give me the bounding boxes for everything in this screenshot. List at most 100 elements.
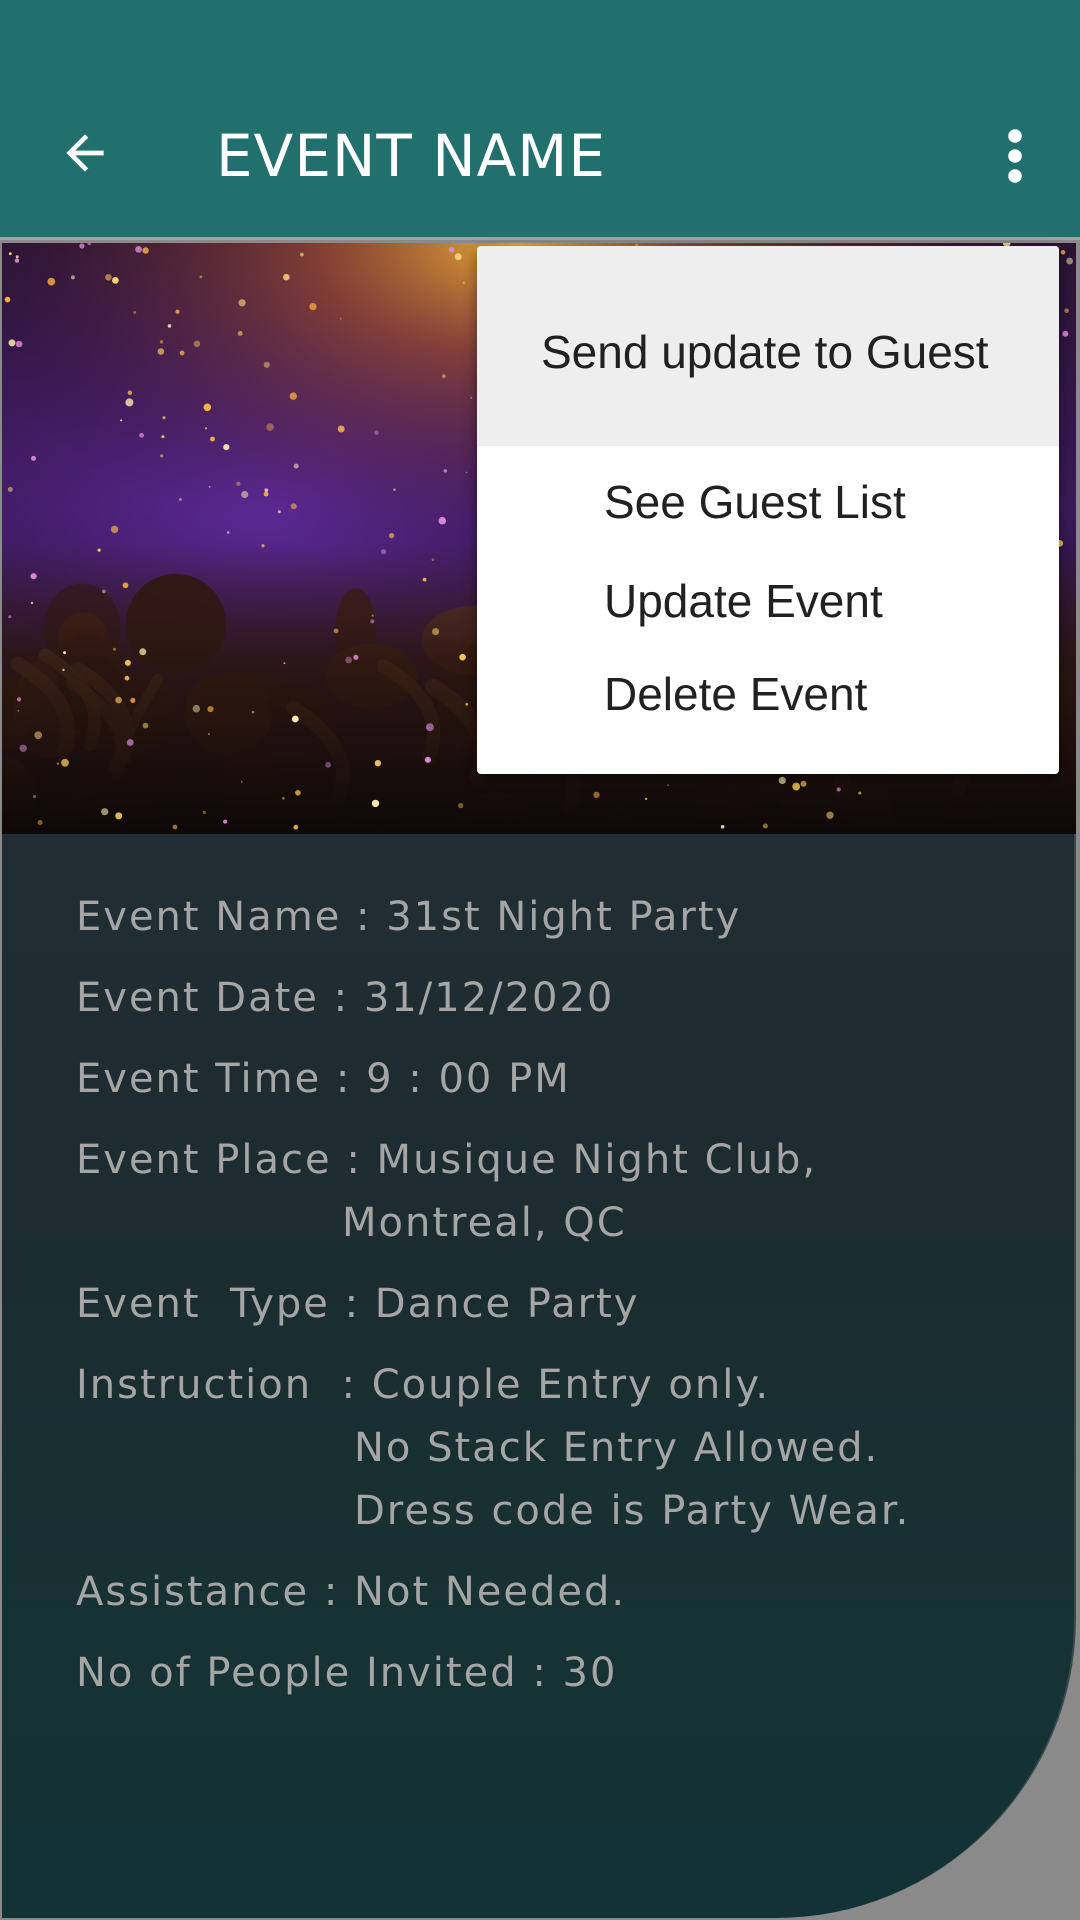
- confetti-sparkle: [431, 558, 435, 561]
- confetti-sparkle: [167, 324, 172, 328]
- confetti-sparkle: [14, 258, 20, 263]
- confetti-sparkle: [139, 648, 147, 656]
- instruction-line-2: No Stack Entry Allowed.: [354, 1425, 880, 1471]
- confetti-sparkle: [139, 432, 145, 438]
- confetti-sparkle: [720, 825, 725, 829]
- confetti-sparkle: [56, 762, 60, 765]
- confetti-sparkle: [127, 390, 133, 396]
- confetti-sparkle: [339, 317, 342, 320]
- confetti-sparkle: [130, 697, 136, 703]
- confetti-sparkle: [203, 403, 212, 412]
- confetti-sparkle: [142, 722, 149, 729]
- confetti-sparkle: [237, 331, 243, 336]
- confetti-sparkle: [113, 647, 116, 651]
- confetti-sparkle: [393, 488, 396, 491]
- menu-item-see-guest-list[interactable]: See Guest List: [477, 446, 1059, 542]
- confetti-sparkle: [8, 252, 12, 256]
- confetti-sparkle: [236, 481, 241, 486]
- confetti-sparkle: [208, 485, 211, 488]
- overflow-popup-menu: Send update to Guest See Guest List Upda…: [477, 246, 1059, 774]
- menu-item-delete-event[interactable]: Delete Event: [477, 638, 1059, 738]
- confetti-sparkle: [112, 277, 119, 284]
- confetti-sparkle: [97, 548, 101, 552]
- confetti-sparkle: [19, 744, 27, 752]
- confetti-sparkle: [283, 662, 286, 665]
- confetti-sparkle: [458, 802, 464, 809]
- page-title: EVENT NAME: [216, 122, 606, 190]
- confetti-sparkle: [240, 781, 243, 783]
- confetti-sparkle: [337, 425, 345, 433]
- confetti-sparkle: [454, 253, 462, 261]
- confetti-sparkle: [283, 273, 290, 281]
- confetti-sparkle: [826, 811, 834, 819]
- confetti-sparkle: [208, 733, 210, 735]
- menu-item-send-update[interactable]: Send update to Guest: [477, 246, 1059, 446]
- confetti-sparkle: [263, 491, 269, 497]
- confetti-sparkle: [31, 455, 36, 461]
- confetti-sparkle: [34, 731, 43, 740]
- event-date-line: Event Date : 31/12/2020: [76, 975, 615, 1021]
- confetti-sparkle: [374, 760, 382, 767]
- event-details-panel: Event Name : 31st Night Party Event Date…: [2, 834, 1076, 1918]
- back-button[interactable]: [50, 118, 120, 188]
- confetti-sparkle: [282, 796, 285, 800]
- confetti-sparkle: [15, 255, 19, 259]
- confetti-sparkle: [371, 614, 374, 617]
- app-bar: EVENT NAME: [0, 0, 1080, 240]
- confetti-sparkle: [836, 787, 841, 792]
- confetti-sparkle: [223, 444, 230, 451]
- confetti-sparkle: [17, 709, 20, 712]
- confetti-sparkle: [370, 619, 375, 624]
- confetti-sparkle: [223, 819, 228, 824]
- confetti-sparkle: [1064, 308, 1069, 314]
- confetti-sparkle: [8, 339, 16, 347]
- menu-item-label: See Guest List: [604, 476, 906, 528]
- overflow-menu-button[interactable]: [980, 118, 1050, 194]
- confetti-sparkle: [8, 615, 12, 619]
- confetti-sparkle: [30, 573, 37, 580]
- confetti-sparkle: [32, 794, 37, 799]
- instruction-line-3: Dress code is Party Wear.: [354, 1488, 911, 1534]
- confetti-sparkle: [126, 739, 134, 746]
- confetti-sparkle: [422, 577, 427, 582]
- confetti-sparkle: [47, 277, 56, 286]
- confetti-sparkle: [241, 490, 249, 499]
- confetti-sparkle: [157, 348, 165, 355]
- confetti-sparkle: [162, 416, 166, 420]
- confetti-sparkle: [465, 702, 469, 706]
- confetti-sparkle: [7, 486, 13, 492]
- confetti-sparkle: [778, 776, 786, 785]
- confetti-sparkle: [115, 812, 123, 820]
- confetti-sparkle: [300, 252, 304, 257]
- menu-item-update-event[interactable]: Update Event: [477, 542, 1059, 638]
- confetti-sparkle: [470, 396, 472, 399]
- confetti-sparkle: [172, 824, 178, 830]
- confetti-sparkle: [178, 498, 182, 501]
- confetti-sparkle: [462, 281, 465, 284]
- confetti-sparkle: [1062, 330, 1069, 337]
- confetti-sparkle: [325, 761, 331, 768]
- confetti-sparkle: [353, 654, 359, 660]
- confetti-sparkle: [263, 361, 270, 368]
- confetti-sparkle: [159, 340, 164, 344]
- confetti-sparkle: [122, 582, 129, 589]
- confetti-sparkle: [125, 398, 134, 407]
- confetti-sparkle: [251, 710, 255, 714]
- confetti-sparkle: [193, 340, 201, 348]
- event-time-line: Event Time : 9 : 00 PM: [76, 1056, 571, 1102]
- confetti-sparkle: [374, 430, 379, 435]
- confetti-sparkle: [438, 516, 447, 525]
- confetti-sparkle: [102, 589, 106, 594]
- event-name-line: Event Name : 31st Night Party: [76, 894, 742, 940]
- confetti-sparkle: [160, 454, 164, 458]
- confetti-sparkle: [290, 503, 297, 510]
- event-detail-screen: EVENT NAME Event Name: 31st Night Party…: [0, 0, 1080, 1920]
- confetti-sparkle: [15, 340, 23, 348]
- menu-item-label: Delete Event: [604, 668, 868, 720]
- confetti-sparkle: [389, 533, 395, 539]
- confetti-sparkle: [205, 427, 207, 430]
- confetti-sparkle: [277, 510, 281, 514]
- confetti-sparkle: [333, 628, 339, 634]
- confetti-sparkle: [291, 715, 299, 723]
- confetti-sparkle: [266, 423, 274, 431]
